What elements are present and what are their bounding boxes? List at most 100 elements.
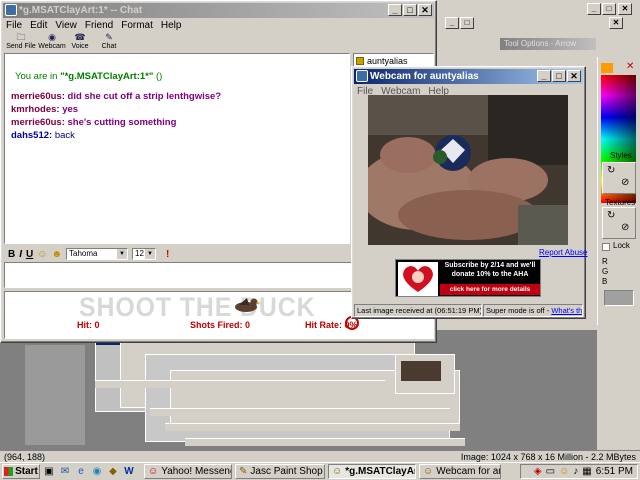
taskbar-button-label: Yahoo! Messenger xyxy=(161,466,231,477)
size-select[interactable]: 12 ▼ xyxy=(132,248,156,260)
send-file-icon: 🗀 xyxy=(16,32,26,42)
taskbar-button-chat[interactable]: ☺ *g.MSATClayArt:... xyxy=(328,464,416,479)
styles-swatch[interactable]: ↻ ⊘ xyxy=(602,162,636,194)
message-text: she's cutting something xyxy=(64,117,177,128)
menu-view[interactable]: View xyxy=(55,19,77,33)
psp-maximize-button[interactable]: □ xyxy=(602,3,616,15)
taskbar-button-label: Webcam for auntyalias xyxy=(436,466,500,477)
chat-messages[interactable]: You are in "*g.MSATClayArt:1*" () merrie… xyxy=(4,53,350,244)
message-nick: kmrhodes: xyxy=(11,104,60,115)
webcam-minimize-button[interactable]: _ xyxy=(537,70,551,82)
italic-button[interactable]: I xyxy=(19,249,22,260)
tray-network-icon[interactable]: ◈ xyxy=(534,466,542,477)
clock[interactable]: 6:51 PM xyxy=(596,466,633,477)
message-nick: merrie60us: xyxy=(11,91,65,102)
tray-volume-icon[interactable]: ♪ xyxy=(573,466,578,477)
duck-icon[interactable] xyxy=(233,294,261,314)
webcam-status-right: Super mode is off - What's this? xyxy=(483,304,583,317)
start-button[interactable]: Start xyxy=(2,464,40,479)
psp-minimize-button[interactable]: _ xyxy=(587,3,601,15)
textures-cancel-icon: ⊘ xyxy=(621,222,630,233)
size-select-value: 12 xyxy=(135,249,144,258)
lock-checkbox[interactable] xyxy=(602,243,610,251)
psp-child-minimize-button[interactable]: _ xyxy=(445,17,459,29)
webcam-window-icon xyxy=(356,70,368,82)
styles-swap-icon: ↻ xyxy=(607,165,616,176)
quick-launch-media-icon[interactable]: ◉ xyxy=(90,465,104,479)
room-name: "*g.MSATClayArt:1*" xyxy=(60,71,154,82)
emoticon-icon[interactable]: ☺ xyxy=(37,249,47,260)
room-info: You are in "*g.MSATClayArt:1*" () xyxy=(15,71,349,82)
shoot-the-duck-game[interactable]: SHOOT THE DUCK Hit: 0 Shots Fired: 0 Hit… xyxy=(75,292,365,330)
chat-close-button[interactable]: ✕ xyxy=(418,4,432,16)
whats-this-link[interactable]: What's this? xyxy=(551,306,582,315)
quick-launch-ie-icon[interactable]: e xyxy=(74,465,88,479)
game-title: SHOOT THE DUCK xyxy=(79,292,316,322)
quick-launch-app-icon[interactable]: ◆ xyxy=(106,465,120,479)
font-select-value: Tahoma xyxy=(69,249,98,258)
chat-minimize-button[interactable]: _ xyxy=(388,4,402,16)
last-image-text: Last image received at (06:51:19 PM) xyxy=(357,306,482,315)
start-label: Start xyxy=(15,466,38,477)
chat-label: Chat xyxy=(101,43,117,50)
b-label: B xyxy=(602,277,608,286)
color-picker-icon[interactable]: ☻ xyxy=(51,249,62,260)
tray-connection-icon[interactable]: ▦ xyxy=(582,466,591,477)
chevron-down-icon: ▼ xyxy=(117,249,127,259)
underline-button[interactable]: U xyxy=(26,249,33,260)
color-preview-box[interactable] xyxy=(604,290,634,306)
psp-close-button[interactable]: ✕ xyxy=(618,3,632,15)
color-picker-swatch[interactable] xyxy=(601,63,613,73)
send-file-button[interactable]: 🗀 Send File xyxy=(4,32,38,52)
tray-monitor-icon[interactable]: ▭ xyxy=(546,466,555,477)
cascade-taskbar-1 xyxy=(95,380,385,388)
taskbar-button-label: *g.MSATClayArt:... xyxy=(345,466,416,477)
tool-options-titlebar[interactable]: Tool Options - Arrow xyxy=(500,38,596,50)
windows-logo-icon xyxy=(4,467,14,476)
cascade-taskbar-4 xyxy=(185,438,465,446)
taskbar-button-webcam[interactable]: ☺ Webcam for auntyalias xyxy=(419,464,501,479)
chat-window-icon xyxy=(5,4,17,16)
color-picker-x-icon[interactable]: ✕ xyxy=(626,61,634,72)
cascade-taskbar-3 xyxy=(165,423,460,431)
webcam-titlebar[interactable]: Webcam for auntyalias _ □ ✕ xyxy=(354,69,583,84)
chat-maximize-button[interactable]: □ xyxy=(403,4,417,16)
report-abuse-link[interactable]: Report Abuse xyxy=(539,248,587,257)
psp-status-bar: (964, 188) Image: 1024 x 768 x 16 Millio… xyxy=(0,450,640,462)
taskbar: Start ▣ ✉ e ◉ ◆ W ☺ Yahoo! Messenger ✎ J… xyxy=(0,462,640,480)
webcam-status-left: Last image received at (06:51:19 PM) xyxy=(354,304,482,317)
alert-icon[interactable]: ! xyxy=(166,249,169,260)
bold-button[interactable]: B xyxy=(8,249,15,260)
taskbar-button-yahoo[interactable]: ☺ Yahoo! Messenger xyxy=(144,464,232,479)
chat-button[interactable]: ✎ Chat xyxy=(92,32,126,52)
menu-edit[interactable]: Edit xyxy=(30,19,47,33)
menu-help[interactable]: Help xyxy=(161,19,182,33)
chat-titlebar[interactable]: *g.MSATClayArt:1* -- Chat _ □ ✕ xyxy=(3,3,434,18)
textures-swatch[interactable]: ↻ ⊘ xyxy=(602,207,636,239)
yahoo-icon: ☺ xyxy=(148,466,159,477)
font-select[interactable]: Tahoma ▼ xyxy=(66,248,128,260)
tool-options-title: Tool Options - Arrow xyxy=(504,39,577,48)
taskbar-button-psp[interactable]: ✎ Jasc Paint Shop Pro -... xyxy=(235,464,325,479)
chat-message: merrie60us: she's cutting something xyxy=(11,116,349,129)
super-mode-text: Super mode is off - xyxy=(486,306,552,315)
chat-message: kmrhodes: yes xyxy=(11,103,349,116)
psp-icon: ✎ xyxy=(239,466,248,477)
taskbar-button-label: Jasc Paint Shop Pro -... xyxy=(250,466,324,477)
menu-friend[interactable]: Friend xyxy=(85,19,113,33)
quick-launch-outlook-icon[interactable]: ✉ xyxy=(58,465,72,479)
room-suffix: () xyxy=(153,71,163,82)
message-nick: merrie60us: xyxy=(11,117,65,128)
tray-yahoo-icon[interactable]: ☺ xyxy=(559,466,569,477)
psp-child-maximize-button[interactable]: □ xyxy=(460,17,474,29)
webcam-maximize-button[interactable]: □ xyxy=(552,70,566,82)
chat-menubar: File Edit View Friend Format Help xyxy=(4,19,433,33)
aha-ad-cta[interactable]: click here for more details xyxy=(440,284,540,295)
aha-ad-banner[interactable]: Subscribe by 2/14 and we'll donate 10% t… xyxy=(395,259,541,297)
quick-launch-word-icon[interactable]: W xyxy=(122,465,136,479)
menu-format[interactable]: Format xyxy=(121,19,153,33)
webcam-close-button[interactable]: ✕ xyxy=(567,70,581,82)
menu-file[interactable]: File xyxy=(6,19,22,33)
quick-launch-desktop-icon[interactable]: ▣ xyxy=(42,465,56,479)
psp-child-close-button[interactable]: ✕ xyxy=(609,17,623,29)
